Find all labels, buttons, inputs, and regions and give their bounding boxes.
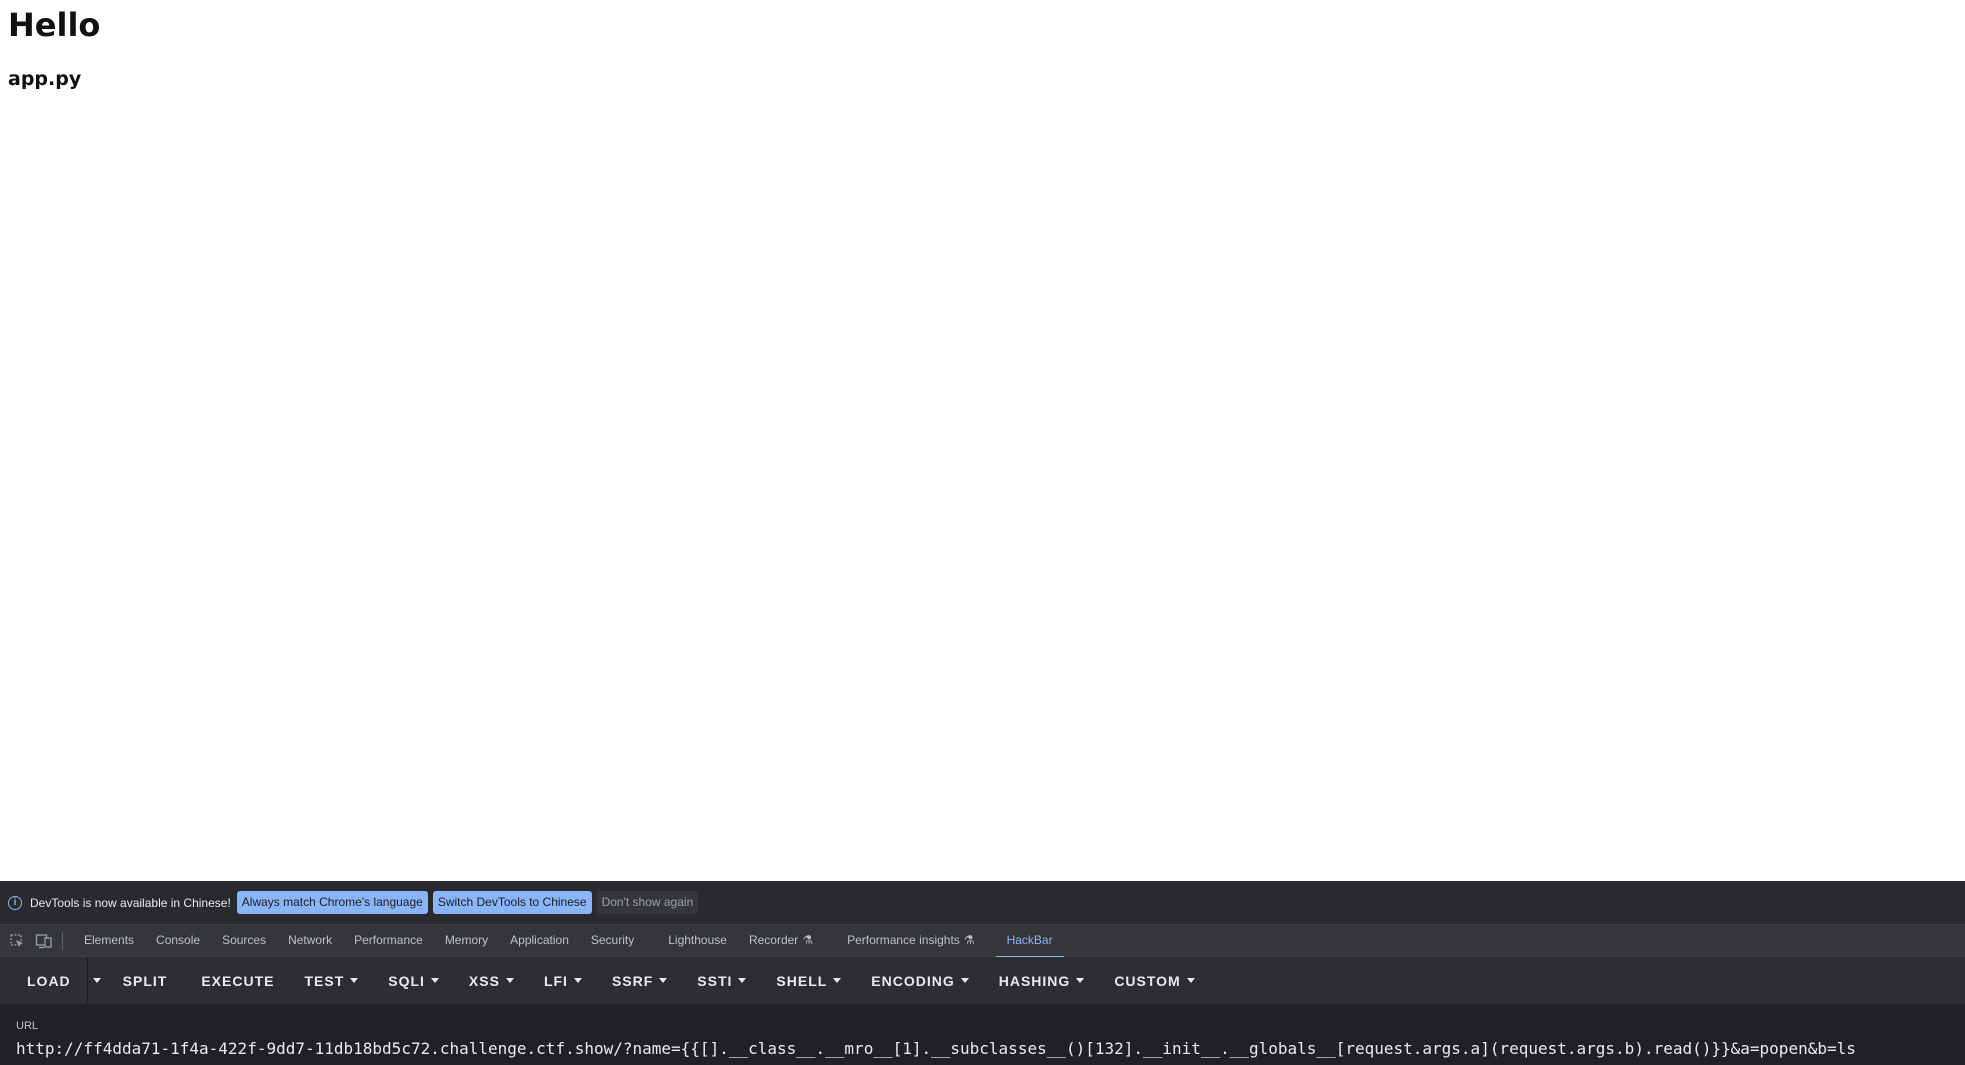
caret-down-icon bbox=[92, 978, 101, 983]
button-label: EXECUTE bbox=[201, 972, 275, 989]
button-label: SSRF bbox=[611, 972, 654, 989]
tab-label: Recorder bbox=[748, 933, 799, 947]
tab-label: Lighthouse bbox=[668, 933, 727, 947]
url-input[interactable]: http://ff4dda71-1f4a-422f-9dd7-11db18bd5… bbox=[16, 1039, 1956, 1058]
lfi-menu-button[interactable]: LFI bbox=[529, 957, 597, 1004]
tab-network[interactable]: Network bbox=[277, 924, 343, 957]
tab-label: Network bbox=[288, 933, 333, 947]
button-label: XSS bbox=[468, 972, 500, 989]
caret-down-icon bbox=[659, 978, 668, 983]
button-label: SPLIT bbox=[122, 972, 168, 989]
execute-button[interactable]: EXECUTE bbox=[186, 957, 289, 1004]
tab-label: Application bbox=[510, 933, 569, 947]
load-dropdown-toggle[interactable] bbox=[86, 957, 106, 1004]
caret-down-icon bbox=[1186, 978, 1195, 983]
encoding-menu-button[interactable]: ENCODING bbox=[856, 957, 983, 1004]
page-subheading: app.py bbox=[8, 68, 82, 90]
caret-down-icon bbox=[350, 978, 359, 983]
caret-down-icon bbox=[833, 978, 842, 983]
ssti-menu-button[interactable]: SSTI bbox=[682, 957, 761, 1004]
url-label: URL bbox=[16, 1020, 39, 1032]
inspect-element-icon[interactable] bbox=[7, 931, 27, 951]
caret-down-icon bbox=[960, 978, 969, 983]
caret-down-icon bbox=[738, 978, 747, 983]
hackbar-url-section: URL http://ff4dda71-1f4a-422f-9dd7-11db1… bbox=[0, 1004, 1965, 1065]
tab-label: Console bbox=[156, 933, 201, 947]
tab-memory[interactable]: Memory bbox=[434, 924, 499, 957]
ssrf-menu-button[interactable]: SSRF bbox=[597, 957, 682, 1004]
tab-recorder[interactable]: Recorder ⚗ bbox=[738, 924, 824, 957]
caret-down-icon bbox=[505, 978, 514, 983]
load-button[interactable]: LOAD bbox=[12, 957, 87, 1004]
page-heading: Hello bbox=[8, 6, 101, 44]
tab-hackbar[interactable]: HackBar bbox=[995, 924, 1064, 958]
button-label: LFI bbox=[543, 972, 568, 989]
flask-icon: ⚗ bbox=[963, 933, 975, 947]
dont-show-again-button[interactable]: Don't show again bbox=[596, 891, 699, 914]
tab-label: Performance bbox=[354, 933, 423, 947]
caret-down-icon bbox=[1076, 978, 1085, 983]
caret-down-icon bbox=[430, 978, 439, 983]
match-chrome-language-button[interactable]: Always match Chrome's language bbox=[236, 891, 428, 914]
device-toolbar-icon[interactable] bbox=[34, 931, 54, 951]
tabbar-divider bbox=[62, 931, 63, 950]
button-label: SQLI bbox=[388, 972, 425, 989]
tab-label: Sources bbox=[222, 933, 267, 947]
button-label: SSTI bbox=[697, 972, 733, 989]
devtools-tabbar: Elements Console Sources Network Perform… bbox=[0, 924, 1965, 958]
infobar-message: DevTools is now available in Chinese! bbox=[30, 895, 231, 910]
button-label: SHELL bbox=[776, 972, 828, 989]
tab-label: Elements bbox=[84, 933, 135, 947]
tab-performance-insights[interactable]: Performance insights ⚗ bbox=[836, 924, 985, 957]
tab-label: HackBar bbox=[1006, 933, 1053, 947]
tab-performance[interactable]: Performance bbox=[343, 924, 434, 957]
tab-sources[interactable]: Sources bbox=[211, 924, 277, 957]
hackbar-toolbar: LOAD SPLIT EXECUTE TEST SQLI XSS LFI SSR… bbox=[0, 957, 1965, 1004]
tab-lighthouse[interactable]: Lighthouse bbox=[657, 924, 738, 957]
test-menu-button[interactable]: TEST bbox=[289, 957, 373, 1004]
button-label: ENCODING bbox=[871, 972, 955, 989]
tab-security[interactable]: Security bbox=[580, 924, 645, 957]
tab-console[interactable]: Console bbox=[145, 924, 211, 957]
tab-elements[interactable]: Elements bbox=[73, 924, 145, 957]
tab-application[interactable]: Application bbox=[499, 924, 580, 957]
page-content: Hello app.py bbox=[0, 0, 1965, 881]
devtools-panel: i DevTools is now available in Chinese! … bbox=[0, 881, 1965, 1065]
tab-label: Memory bbox=[444, 933, 489, 947]
button-label: TEST bbox=[304, 972, 345, 989]
tab-label: Security bbox=[590, 933, 635, 947]
sqli-menu-button[interactable]: SQLI bbox=[373, 957, 454, 1004]
shell-menu-button[interactable]: SHELL bbox=[761, 957, 856, 1004]
tab-label: Performance insights bbox=[847, 933, 960, 947]
custom-menu-button[interactable]: CUSTOM bbox=[1099, 957, 1209, 1004]
language-infobar: i DevTools is now available in Chinese! … bbox=[0, 881, 1965, 924]
flask-icon: ⚗ bbox=[802, 933, 814, 947]
switch-to-chinese-button[interactable]: Switch DevTools to Chinese bbox=[432, 891, 592, 914]
button-label: LOAD bbox=[27, 972, 71, 989]
button-label: HASHING bbox=[998, 972, 1071, 989]
hashing-menu-button[interactable]: HASHING bbox=[984, 957, 1100, 1004]
info-icon: i bbox=[8, 895, 22, 910]
xss-menu-button[interactable]: XSS bbox=[454, 957, 529, 1004]
button-label: CUSTOM bbox=[1114, 972, 1181, 989]
split-button[interactable]: SPLIT bbox=[108, 957, 183, 1004]
caret-down-icon bbox=[573, 978, 582, 983]
